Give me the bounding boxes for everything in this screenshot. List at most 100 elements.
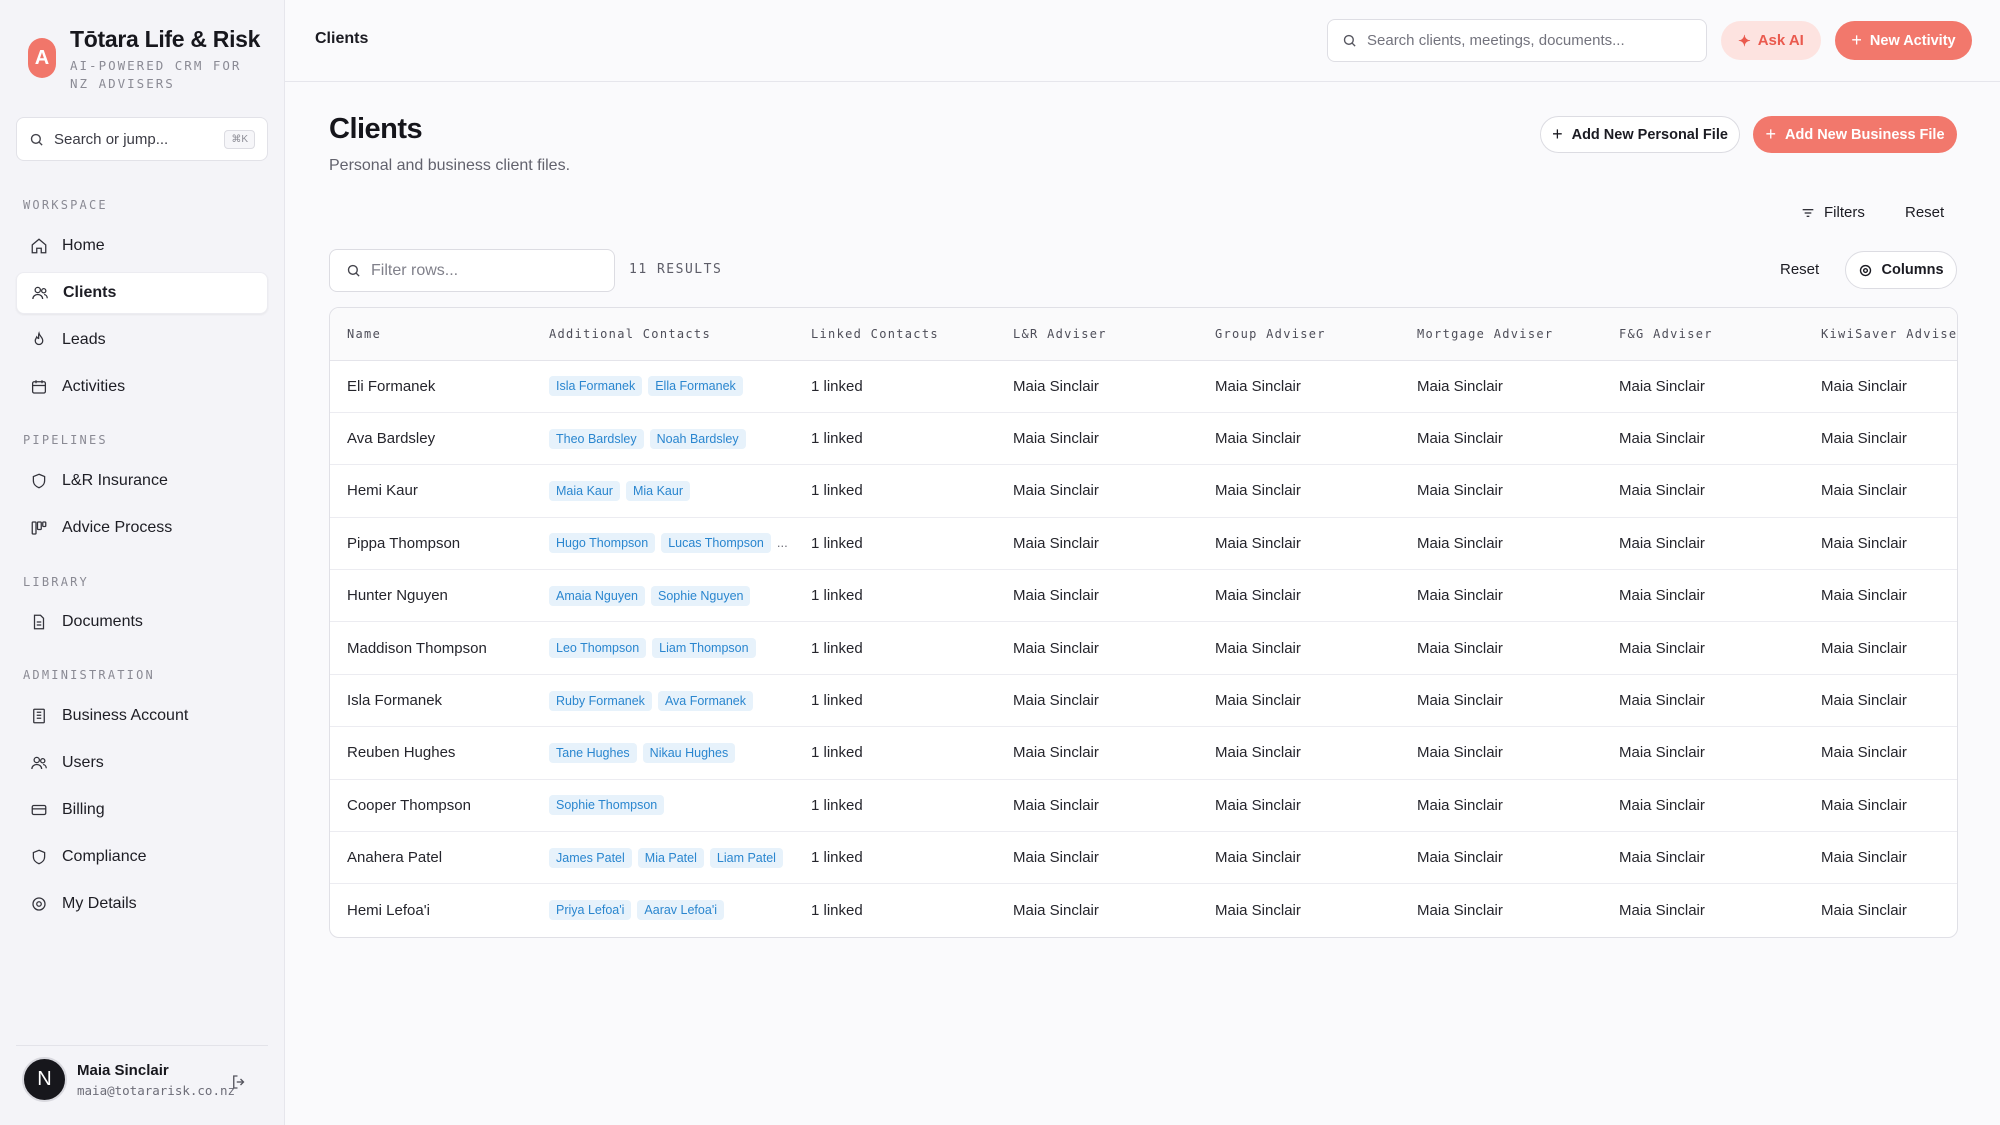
table-row[interactable]: Maddison Thompson Leo Thompson Liam Thomps… xyxy=(330,621,1957,675)
column-header-mortgage-adviser[interactable]: Mortgage Adviser xyxy=(1400,308,1602,361)
sidebar-item-label: Leads xyxy=(62,331,106,348)
table-row[interactable]: Eli Formanek Isla Formanek Ella Formanek 1 … xyxy=(330,360,1957,413)
contact-chip[interactable]: Nikau Hughes xyxy=(642,742,736,763)
page-subtitle: Personal and business client files. xyxy=(329,157,571,174)
column-header-name[interactable]: Name xyxy=(330,308,532,361)
contact-chip[interactable]: Priya Lefoa'i xyxy=(549,900,632,921)
add-personal-file-button[interactable]: + Add New Personal File xyxy=(1540,116,1740,153)
client-name: Maddison Thompson xyxy=(330,621,532,675)
client-name: Reuben Hughes xyxy=(330,726,532,780)
contact-chip[interactable]: Noah Bardsley xyxy=(649,428,746,449)
column-header-linked-contacts[interactable]: Linked Contacts xyxy=(794,308,996,361)
sidebar-item-business-account[interactable]: Business Account xyxy=(16,695,268,737)
lr-adviser: Maia Sinclair xyxy=(996,464,1198,518)
columns-button[interactable]: Columns xyxy=(1845,251,1957,289)
contact-chip[interactable]: Hugo Thompson xyxy=(549,533,656,554)
column-header-lr-adviser[interactable]: L&R Adviser xyxy=(996,308,1198,361)
sidebar-item-lr-insurance[interactable]: L&R Insurance xyxy=(16,460,268,502)
contact-chip[interactable]: Maia Kaur xyxy=(549,480,620,501)
sidebar-item-label: Clients xyxy=(63,284,117,301)
add-business-file-button[interactable]: + Add New Business File xyxy=(1753,116,1957,153)
additional-contacts-cell: Leo Thompson Liam Thompson xyxy=(532,621,794,675)
contact-chip[interactable]: James Patel xyxy=(549,847,632,868)
contact-chip[interactable]: Sophie Thompson xyxy=(549,795,665,816)
lr-adviser: Maia Sinclair xyxy=(996,412,1198,466)
mortgage-adviser: Maia Sinclair xyxy=(1417,901,1503,919)
sidebar-search-input[interactable]: Search or jump... ⌘K xyxy=(16,117,268,161)
contact-chip[interactable]: Ella Formanek xyxy=(648,376,743,397)
global-search-input[interactable]: Search clients, meetings, documents... xyxy=(1327,19,1707,62)
filters-button[interactable]: Filters xyxy=(1800,204,1865,221)
credit-card-icon xyxy=(31,804,47,816)
sidebar-item-documents[interactable]: Documents xyxy=(16,601,268,643)
mortgage-adviser: Maia Sinclair xyxy=(1400,412,1602,466)
table-row[interactable]: Isla Formanek Ruby Formanek Ava Formanek 1 … xyxy=(330,674,1957,728)
fg-adviser: Maia Sinclair xyxy=(1602,569,1804,623)
column-header-fg-adviser[interactable]: F&G Adviser xyxy=(1602,308,1804,361)
section-pipelines: PIPELINES xyxy=(23,433,108,447)
lr-adviser: Maia Sinclair xyxy=(996,831,1198,885)
column-header-group-adviser[interactable]: Group Adviser xyxy=(1198,308,1400,361)
contact-chip[interactable]: Ruby Formanek xyxy=(549,690,652,711)
sidebar-item-label: Home xyxy=(62,237,105,254)
section-administration: ADMINISTRATION xyxy=(23,668,155,682)
reset-filters-button[interactable]: Reset xyxy=(1905,204,1944,221)
sidebar-item-my-details[interactable]: My Details xyxy=(16,883,268,925)
contact-chip[interactable]: Amaia Nguyen xyxy=(549,585,645,606)
column-header-kiwisaver-adviser[interactable]: KiwiSaver Adviser xyxy=(1804,308,1957,361)
sidebar-item-compliance[interactable]: Compliance xyxy=(16,836,268,878)
client-name: Hemi Kaur xyxy=(330,464,532,518)
reset-table-button[interactable]: Reset xyxy=(1780,261,1819,278)
new-activity-button[interactable]: + New Activity xyxy=(1835,21,1972,60)
search-icon xyxy=(347,264,360,277)
table-row[interactable]: Ava Bardsley Theo Bardsley Noah Bardsley 1 … xyxy=(330,412,1957,466)
contact-chip[interactable]: Mia Patel xyxy=(637,847,704,868)
page-title: Clients xyxy=(329,113,423,145)
workflow-icon xyxy=(31,521,47,535)
plus-icon: + xyxy=(1851,30,1862,50)
filter-rows-input[interactable]: Filter rows... xyxy=(329,249,615,292)
contact-chip[interactable]: Isla Formanek xyxy=(549,376,643,397)
sidebar-item-leads[interactable]: Leads xyxy=(16,319,268,361)
sidebar-item-advice-process[interactable]: Advice Process xyxy=(16,507,268,549)
contact-chip[interactable]: Tane Hughes xyxy=(549,742,637,763)
users-icon xyxy=(31,756,47,770)
kiwisaver-adviser: Maia Sinclair xyxy=(1804,517,1957,571)
home-icon xyxy=(31,238,47,254)
sidebar-item-billing[interactable]: Billing xyxy=(16,789,268,831)
sidebar-item-label: Documents xyxy=(62,613,143,630)
user-profile[interactable]: N Maia Sinclair maia@totararisk.co.nz xyxy=(22,1057,235,1102)
contact-chip[interactable]: Lucas Thompson xyxy=(661,533,771,554)
kiwisaver-adviser: Maia Sinclair xyxy=(1821,901,1907,919)
table-row[interactable]: Hunter Nguyen Amaia Nguyen Sophie Nguyen 1 … xyxy=(330,569,1957,623)
contact-chip[interactable]: Liam Thompson xyxy=(652,638,756,659)
table-row[interactable]: Pippa Thompson Hugo Thompson Lucas Thompso… xyxy=(330,517,1957,571)
contact-chip[interactable]: Sophie Nguyen xyxy=(651,585,751,606)
sidebar-item-clients[interactable]: Clients xyxy=(16,272,268,314)
contact-chip[interactable]: Aarav Lefoa'i xyxy=(637,900,724,921)
contact-chip[interactable]: Ava Formanek xyxy=(657,690,753,711)
ask-ai-button[interactable]: ✦ Ask AI xyxy=(1721,21,1821,60)
column-header-additional-contacts[interactable]: Additional Contacts xyxy=(532,308,794,361)
sidebar-item-users[interactable]: Users xyxy=(16,742,268,784)
table-row[interactable]: Hemi Kaur Maia Kaur Mia Kaur 1 linked Maia S… xyxy=(330,464,1957,518)
sidebar-item-home[interactable]: Home xyxy=(16,225,268,267)
table-row[interactable]: Cooper Thompson Sophie Thompson 1 linked Ma… xyxy=(330,779,1957,833)
linked-contacts: 1 linked xyxy=(811,901,863,919)
contact-chip[interactable]: Theo Bardsley xyxy=(549,428,644,449)
kiwisaver-adviser: Maia Sinclair xyxy=(1804,464,1957,518)
contact-chip[interactable]: Leo Thompson xyxy=(549,638,647,659)
mortgage-adviser: Maia Sinclair xyxy=(1400,360,1602,413)
table-row[interactable]: Hemi Lefoa'i Priya Lefoa'i Aarav Lefoa'i 1 … xyxy=(330,884,1957,936)
lr-adviser: Maia Sinclair xyxy=(996,569,1198,623)
table-row[interactable]: Anahera Patel James Patel Mia Patel Liam Pa… xyxy=(330,831,1957,885)
sidebar-item-activities[interactable]: Activities xyxy=(16,366,268,408)
kiwisaver-adviser: Maia Sinclair xyxy=(1804,779,1957,833)
group-adviser: Maia Sinclair xyxy=(1198,517,1400,571)
table-header-row: Name Additional Contacts Linked Contacts… xyxy=(330,308,1957,361)
more-contacts-indicator: ... xyxy=(776,535,788,551)
contact-chip[interactable]: Liam Patel xyxy=(709,847,783,868)
contact-chip[interactable]: Mia Kaur xyxy=(625,480,691,501)
logout-icon[interactable] xyxy=(230,1073,248,1091)
table-row[interactable]: Reuben Hughes Tane Hughes Nikau Hughes 1 li… xyxy=(330,726,1957,780)
